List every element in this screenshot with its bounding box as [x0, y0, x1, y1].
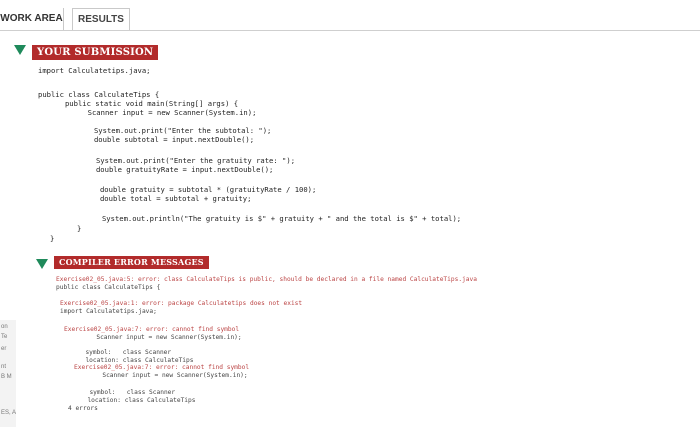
submission-title: YOUR SUBMISSION: [32, 45, 159, 60]
code-line: public class CalculateTips {: [38, 90, 160, 99]
error-line: symbol: class Scanner: [82, 389, 176, 396]
error-line: Scanner input = new Scanner(System.in);: [74, 334, 242, 341]
error-line: 4 errors: [68, 405, 98, 412]
code-line: double gratuityRate = input.nextDouble()…: [70, 165, 274, 174]
code-line: }: [64, 224, 82, 233]
code-line: System.out.print("Enter the subtotal: ")…: [68, 126, 272, 135]
tab-results[interactable]: RESULTS: [72, 8, 130, 30]
code-line: Scanner input = new Scanner(System.in);: [66, 108, 257, 117]
code-line: double gratuity = subtotal * (gratuityRa…: [74, 185, 317, 194]
collapse-triangle-icon[interactable]: [14, 45, 26, 55]
error-line: Exercise02_05.java:7: error: cannot find…: [64, 326, 240, 333]
error-line: import Calculatetips.java;: [60, 308, 157, 315]
error-line: Exercise02_05.java:1: error: package Cal…: [60, 300, 303, 307]
tab-work-area[interactable]: WORK AREA: [0, 8, 64, 30]
code-line: System.out.print("Enter the gratuity rat…: [70, 156, 296, 165]
code-line: System.out.println("The gratuity is $" +…: [76, 214, 462, 223]
collapse-triangle-icon[interactable]: [36, 259, 48, 269]
bottom-fade: [58, 418, 700, 427]
error-line: Exercise02_05.java:5: error: class Calcu…: [56, 276, 477, 283]
left-strip-text: on: [1, 324, 8, 330]
tab-divider: [0, 30, 700, 31]
code-line: import Calculatetips.java;: [38, 66, 151, 75]
tab-bar: WORK AREA RESULTS: [0, 0, 700, 34]
left-strip-text: Te: [1, 334, 8, 340]
left-strip-text: ES, A: [1, 410, 17, 416]
error-line: Exercise02_05.java:7: error: cannot find…: [74, 364, 250, 371]
error-line: symbol: class Scanner: [78, 349, 172, 356]
code-line: }: [50, 234, 55, 243]
code-line: public static void main(String[] args) {: [52, 99, 239, 108]
error-line: location: class CalculateTips: [80, 397, 196, 404]
left-strip-text: B M: [1, 374, 12, 380]
compiler-title: COMPILER ERROR MESSAGES: [54, 256, 209, 269]
code-line: double total = subtotal + gratuity;: [74, 194, 252, 203]
error-line: Scanner input = new Scanner(System.in);: [80, 372, 248, 379]
code-line: double subtotal = input.nextDouble();: [68, 135, 255, 144]
left-strip-text: er: [1, 346, 7, 352]
error-line: public class CalculateTips {: [56, 284, 161, 291]
left-strip-text: nt: [1, 364, 7, 370]
